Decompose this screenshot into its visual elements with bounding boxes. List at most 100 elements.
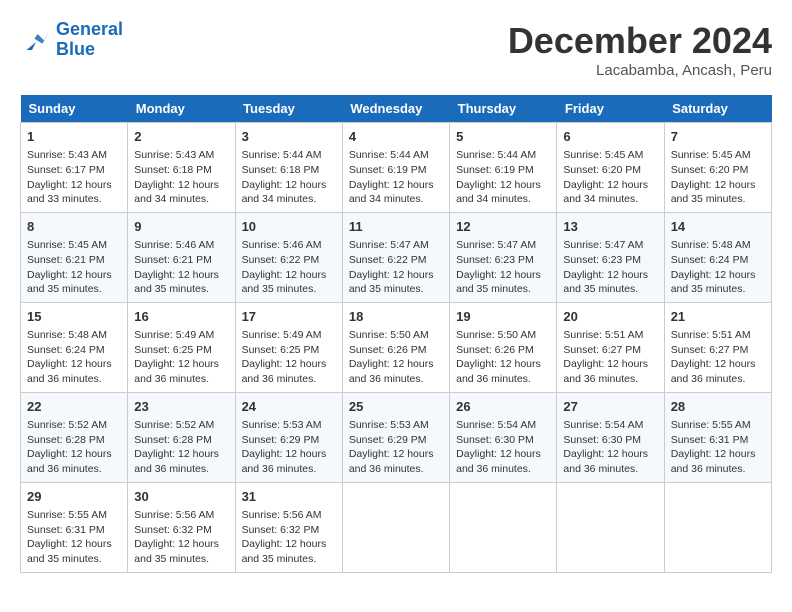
calendar-cell: 13 Sunrise: 5:47 AM Sunset: 6:23 PM Dayli… — [557, 212, 664, 302]
calendar-cell: 19 Sunrise: 5:50 AM Sunset: 6:26 PM Dayli… — [450, 302, 557, 392]
calendar-cell: 9 Sunrise: 5:46 AM Sunset: 6:21 PM Daylig… — [128, 212, 235, 302]
day-info: Sunrise: 5:54 AM Sunset: 6:30 PM Dayligh… — [456, 418, 550, 477]
day-info: Sunrise: 5:45 AM Sunset: 6:20 PM Dayligh… — [563, 148, 657, 207]
calendar-cell: 18 Sunrise: 5:50 AM Sunset: 6:26 PM Dayli… — [342, 302, 449, 392]
header-day: Friday — [557, 95, 664, 123]
day-number: 5 — [456, 128, 550, 146]
day-info: Sunrise: 5:53 AM Sunset: 6:29 PM Dayligh… — [349, 418, 443, 477]
calendar-cell: 12Sunrise: 5:47 AM Sunset: 6:23 PM Dayli… — [450, 212, 557, 302]
day-info: Sunrise: 5:56 AM Sunset: 6:32 PM Dayligh… — [242, 508, 336, 567]
day-number: 16 — [134, 308, 228, 326]
calendar-cell: 30 Sunrise: 5:56 AM Sunset: 6:32 PM Dayli… — [128, 482, 235, 572]
day-info: Sunrise: 5:52 AM Sunset: 6:28 PM Dayligh… — [27, 418, 121, 477]
title-block: December 2024 Lacabamba, Ancash, Peru — [508, 20, 772, 79]
day-info: Sunrise: 5:48 AM Sunset: 6:24 PM Dayligh… — [671, 238, 765, 297]
page-header: General Blue December 2024 Lacabamba, An… — [20, 20, 772, 79]
day-number: 18 — [349, 308, 443, 326]
day-info: Sunrise: 5:47 AM Sunset: 6:23 PM Dayligh… — [563, 238, 657, 297]
calendar-cell: 21Sunrise: 5:51 AM Sunset: 6:27 PM Dayli… — [664, 302, 771, 392]
day-number: 15 — [27, 308, 121, 326]
day-number: 24 — [242, 398, 336, 416]
calendar-cell: 5 Sunrise: 5:44 AM Sunset: 6:19 PM Daylig… — [450, 123, 557, 213]
day-number: 8 — [27, 218, 121, 236]
day-number: 12 — [456, 218, 550, 236]
day-number: 13 — [563, 218, 657, 236]
day-number: 10 — [242, 218, 336, 236]
day-number: 20 — [563, 308, 657, 326]
day-number: 28 — [671, 398, 765, 416]
calendar-table: SundayMondayTuesdayWednesdayThursdayFrid… — [20, 95, 772, 573]
calendar-cell: 20 Sunrise: 5:51 AM Sunset: 6:27 PM Dayli… — [557, 302, 664, 392]
day-info: Sunrise: 5:52 AM Sunset: 6:28 PM Dayligh… — [134, 418, 228, 477]
calendar-cell: 17 Sunrise: 5:49 AM Sunset: 6:25 PM Dayli… — [235, 302, 342, 392]
header-day: Monday — [128, 95, 235, 123]
day-info: Sunrise: 5:43 AM Sunset: 6:18 PM Dayligh… — [134, 148, 228, 207]
calendar-cell: 14 Sunrise: 5:48 AM Sunset: 6:24 PM Dayli… — [664, 212, 771, 302]
location: Lacabamba, Ancash, Peru — [508, 62, 772, 79]
calendar-cell: 27 Sunrise: 5:54 AM Sunset: 6:30 PM Dayli… — [557, 392, 664, 482]
day-info: Sunrise: 5:44 AM Sunset: 6:19 PM Dayligh… — [349, 148, 443, 207]
calendar-cell: 3 Sunrise: 5:44 AM Sunset: 6:18 PM Daylig… — [235, 123, 342, 213]
day-number: 9 — [134, 218, 228, 236]
day-number: 17 — [242, 308, 336, 326]
day-number: 26 — [456, 398, 550, 416]
calendar-cell: 11 Sunrise: 5:47 AM Sunset: 6:22 PM Dayli… — [342, 212, 449, 302]
calendar-cell: 8 Sunrise: 5:45 AM Sunset: 6:21 PM Daylig… — [21, 212, 128, 302]
calendar-cell: 15 Sunrise: 5:48 AM Sunset: 6:24 PM Dayli… — [21, 302, 128, 392]
day-number: 22 — [27, 398, 121, 416]
header-day: Tuesday — [235, 95, 342, 123]
logo-text: General Blue — [56, 20, 123, 60]
day-info: Sunrise: 5:51 AM Sunset: 6:27 PM Dayligh… — [671, 328, 765, 387]
day-info: Sunrise: 5:51 AM Sunset: 6:27 PM Dayligh… — [563, 328, 657, 387]
header-day: Saturday — [664, 95, 771, 123]
day-info: Sunrise: 5:50 AM Sunset: 6:26 PM Dayligh… — [349, 328, 443, 387]
day-info: Sunrise: 5:49 AM Sunset: 6:25 PM Dayligh… — [242, 328, 336, 387]
day-info: Sunrise: 5:55 AM Sunset: 6:31 PM Dayligh… — [671, 418, 765, 477]
calendar-cell — [342, 482, 449, 572]
day-number: 29 — [27, 488, 121, 506]
header-day: Sunday — [21, 95, 128, 123]
day-info: Sunrise: 5:55 AM Sunset: 6:31 PM Dayligh… — [27, 508, 121, 567]
day-number: 25 — [349, 398, 443, 416]
calendar-cell: 4 Sunrise: 5:44 AM Sunset: 6:19 PM Daylig… — [342, 123, 449, 213]
day-number: 1 — [27, 128, 121, 146]
calendar-cell: 24 Sunrise: 5:53 AM Sunset: 6:29 PM Dayli… — [235, 392, 342, 482]
calendar-week: 29 Sunrise: 5:55 AM Sunset: 6:31 PM Dayli… — [21, 482, 772, 572]
day-info: Sunrise: 5:46 AM Sunset: 6:21 PM Dayligh… — [134, 238, 228, 297]
day-number: 27 — [563, 398, 657, 416]
calendar-cell — [450, 482, 557, 572]
day-number: 2 — [134, 128, 228, 146]
header-day: Thursday — [450, 95, 557, 123]
calendar-cell: 26 Sunrise: 5:54 AM Sunset: 6:30 PM Dayli… — [450, 392, 557, 482]
day-info: Sunrise: 5:44 AM Sunset: 6:18 PM Dayligh… — [242, 148, 336, 207]
day-info: Sunrise: 5:48 AM Sunset: 6:24 PM Dayligh… — [27, 328, 121, 387]
day-number: 14 — [671, 218, 765, 236]
calendar-cell: 22 Sunrise: 5:52 AM Sunset: 6:28 PM Dayli… — [21, 392, 128, 482]
day-info: Sunrise: 5:45 AM Sunset: 6:21 PM Dayligh… — [27, 238, 121, 297]
day-info: Sunrise: 5:50 AM Sunset: 6:26 PM Dayligh… — [456, 328, 550, 387]
calendar-cell: 6 Sunrise: 5:45 AM Sunset: 6:20 PM Daylig… — [557, 123, 664, 213]
calendar-week: 1 Sunrise: 5:43 AM Sunset: 6:17 PM Daylig… — [21, 123, 772, 213]
header-day: Wednesday — [342, 95, 449, 123]
calendar-cell: 1 Sunrise: 5:43 AM Sunset: 6:17 PM Daylig… — [21, 123, 128, 213]
day-number: 4 — [349, 128, 443, 146]
calendar-cell: 25 Sunrise: 5:53 AM Sunset: 6:29 PM Dayli… — [342, 392, 449, 482]
day-number: 30 — [134, 488, 228, 506]
calendar-cell: 10Sunrise: 5:46 AM Sunset: 6:22 PM Dayli… — [235, 212, 342, 302]
day-info: Sunrise: 5:53 AM Sunset: 6:29 PM Dayligh… — [242, 418, 336, 477]
day-info: Sunrise: 5:44 AM Sunset: 6:19 PM Dayligh… — [456, 148, 550, 207]
day-info: Sunrise: 5:54 AM Sunset: 6:30 PM Dayligh… — [563, 418, 657, 477]
logo-icon — [20, 26, 52, 54]
day-number: 31 — [242, 488, 336, 506]
calendar-cell: 2 Sunrise: 5:43 AM Sunset: 6:18 PM Daylig… — [128, 123, 235, 213]
calendar-cell — [664, 482, 771, 572]
day-number: 19 — [456, 308, 550, 326]
day-number: 3 — [242, 128, 336, 146]
day-number: 6 — [563, 128, 657, 146]
day-info: Sunrise: 5:47 AM Sunset: 6:22 PM Dayligh… — [349, 238, 443, 297]
calendar-week: 15 Sunrise: 5:48 AM Sunset: 6:24 PM Dayli… — [21, 302, 772, 392]
day-number: 11 — [349, 218, 443, 236]
month-title: December 2024 — [508, 20, 772, 62]
day-info: Sunrise: 5:56 AM Sunset: 6:32 PM Dayligh… — [134, 508, 228, 567]
day-info: Sunrise: 5:43 AM Sunset: 6:17 PM Dayligh… — [27, 148, 121, 207]
